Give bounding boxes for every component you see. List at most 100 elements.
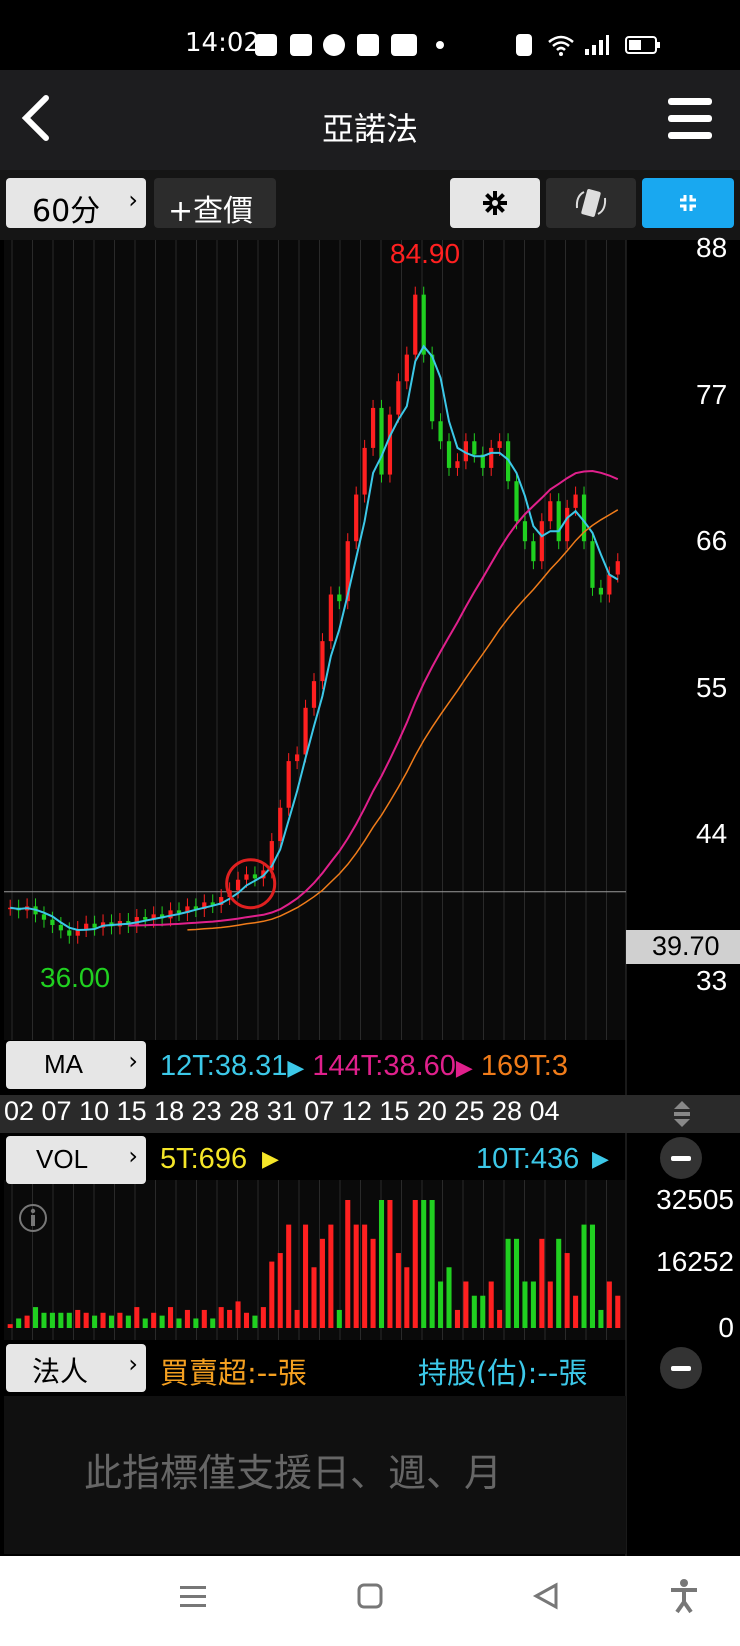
price-tick-label: 77: [696, 378, 728, 410]
low-price-label: 36.00: [40, 962, 111, 993]
volume-bar: [117, 1312, 123, 1328]
volume-bar: [235, 1301, 241, 1328]
back-nav-icon[interactable]: [532, 1582, 560, 1610]
vol-selector[interactable]: VOL ›: [6, 1136, 146, 1184]
candle-body: [58, 925, 63, 931]
volume-bar: [328, 1224, 334, 1328]
vol-ma5-marker-icon: ▶: [262, 1147, 279, 1172]
vol-label: VOL: [36, 1144, 89, 1174]
volume-bar: [252, 1315, 258, 1328]
volume-bar: [7, 1324, 13, 1328]
volume-bar: [471, 1295, 477, 1328]
volume-bar: [345, 1200, 351, 1328]
ma-selector[interactable]: MA ›: [6, 1041, 146, 1089]
volume-bar: [573, 1295, 579, 1328]
candle-body: [41, 914, 47, 920]
volume-bar: [488, 1281, 494, 1328]
unsupported-notice: 此指標僅支援日、週、月: [84, 1451, 503, 1495]
scroll-handle-icon[interactable]: [670, 1097, 694, 1131]
ma12-value: 12T:38.31: [160, 1050, 288, 1082]
volume-bar: [286, 1224, 292, 1328]
candle-body: [607, 574, 612, 595]
volume-bar: [412, 1200, 418, 1328]
institution-selector[interactable]: 法人 ›: [6, 1344, 146, 1392]
candle-body: [370, 407, 376, 448]
volume-bar: [184, 1309, 190, 1328]
volume-bar: [522, 1281, 528, 1328]
volume-bar: [311, 1267, 317, 1328]
volume-bar: [589, 1224, 595, 1328]
volume-bar: [66, 1312, 72, 1328]
candle-body: [235, 879, 241, 891]
volume-bar: [159, 1315, 165, 1328]
volume-bar: [497, 1309, 503, 1328]
volume-bar: [33, 1307, 39, 1328]
volume-bar: [480, 1295, 486, 1328]
volume-bar: [16, 1318, 22, 1328]
price-tick-label: 66: [696, 525, 728, 557]
volume-bar: [429, 1200, 435, 1328]
volume-tick-label: 16252: [656, 1246, 734, 1277]
volume-bar: [438, 1281, 444, 1328]
candle-body: [573, 494, 578, 508]
candle-body: [354, 494, 359, 542]
candle-body: [497, 441, 502, 448]
candle-body: [446, 441, 452, 468]
volume-bar: [463, 1281, 469, 1328]
volume-tick-label: 32505: [656, 1184, 734, 1215]
candle-body: [303, 707, 308, 755]
volume-bar: [24, 1315, 30, 1328]
chevron-right-icon: ›: [128, 1047, 138, 1075]
volume-bar: [142, 1318, 148, 1328]
volume-bar: [176, 1318, 182, 1328]
current-price-badge: 39.70: [626, 930, 740, 964]
candle-body: [50, 919, 55, 926]
institution-label: 法人: [32, 1355, 89, 1388]
volume-bar: [269, 1261, 275, 1328]
candle-body: [522, 521, 528, 542]
volume-bar: [606, 1281, 612, 1328]
candle-body: [455, 461, 460, 468]
volume-bar: [125, 1315, 131, 1328]
candle-body: [404, 354, 409, 382]
volume-bar: [75, 1309, 81, 1328]
high-price-label: 84.90: [390, 238, 461, 269]
info-icon[interactable]: [18, 1203, 48, 1233]
volume-bar: [564, 1253, 570, 1328]
candle-body: [590, 541, 595, 588]
minus-icon: [671, 1156, 691, 1161]
ma144-marker-icon: ▶: [455, 1055, 473, 1080]
home-icon[interactable]: [356, 1582, 384, 1610]
volume-bar: [92, 1315, 98, 1328]
candle-body: [362, 447, 367, 495]
volume-bar: [353, 1224, 359, 1328]
volume-bar: [243, 1312, 250, 1328]
volume-bar: [421, 1200, 427, 1328]
volume-bar: [210, 1318, 216, 1328]
volume-bar: [505, 1238, 511, 1328]
volume-bar: [260, 1307, 266, 1328]
volume-bar: [370, 1238, 376, 1328]
system-nav-bar: [0, 1556, 740, 1646]
collapse-institution-button[interactable]: [660, 1347, 702, 1389]
collapse-vol-button[interactable]: [660, 1137, 702, 1179]
volume-bar: [539, 1238, 545, 1328]
candle-body: [143, 917, 148, 920]
candle-body: [92, 923, 97, 928]
vol-ma10-value: 10T:436: [476, 1143, 580, 1175]
minus-icon: [671, 1366, 691, 1371]
candle-body: [598, 587, 604, 595]
recent-apps-icon[interactable]: [178, 1582, 208, 1610]
date-labels: 02 07 10 15 18 23 28 31 07 12 15 20 25 2…: [4, 1096, 560, 1126]
ma-values: 12T:38.31▶ 144T:38.60▶ 169T:3: [160, 1050, 625, 1090]
volume-bar: [378, 1200, 385, 1328]
accessibility-icon[interactable]: [668, 1578, 700, 1614]
candle-body: [430, 354, 435, 422]
candle-body: [84, 923, 89, 930]
candle-body: [379, 407, 384, 475]
volume-bar: [100, 1312, 106, 1328]
volume-bar: [581, 1224, 587, 1328]
net-buy-sell: 買賣超:--張: [160, 1356, 307, 1390]
ma12-marker-icon: ▶: [287, 1055, 305, 1080]
volume-bar: [83, 1312, 89, 1328]
